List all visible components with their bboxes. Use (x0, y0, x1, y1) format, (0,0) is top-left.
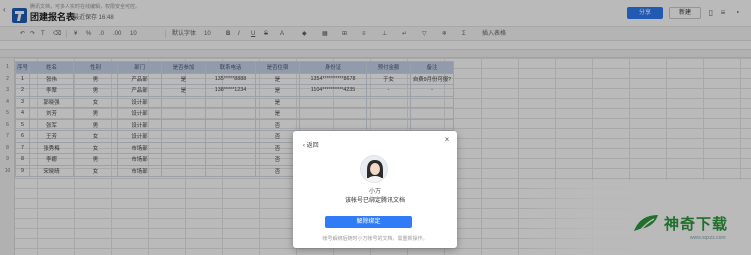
dialog-note: 帐号解绑后随时小万帐号的文档，需重新操作。 (322, 236, 428, 242)
dialog-description: 该帐号已绑定腾讯文档 (344, 198, 405, 204)
dialog-user-name: 小万 (368, 189, 381, 195)
dialog-back-label: 返回 (306, 143, 319, 149)
dialog-back-link[interactable]: ‹ 返回 (303, 140, 319, 149)
avatar (360, 155, 388, 183)
spreadsheet-app: ‹ 腾讯文档，可多人实时在线编辑，权限安全可控。 团建报名表 最近保存 16:4… (0, 0, 751, 255)
account-bind-dialog: ‹ 返回 × 小万 该帐号已绑定腾讯文档 解除绑定 帐号解绑后随时小万帐号的文档… (293, 131, 457, 248)
unbind-button[interactable]: 解除绑定 (325, 216, 412, 228)
close-icon[interactable]: × (443, 136, 451, 144)
